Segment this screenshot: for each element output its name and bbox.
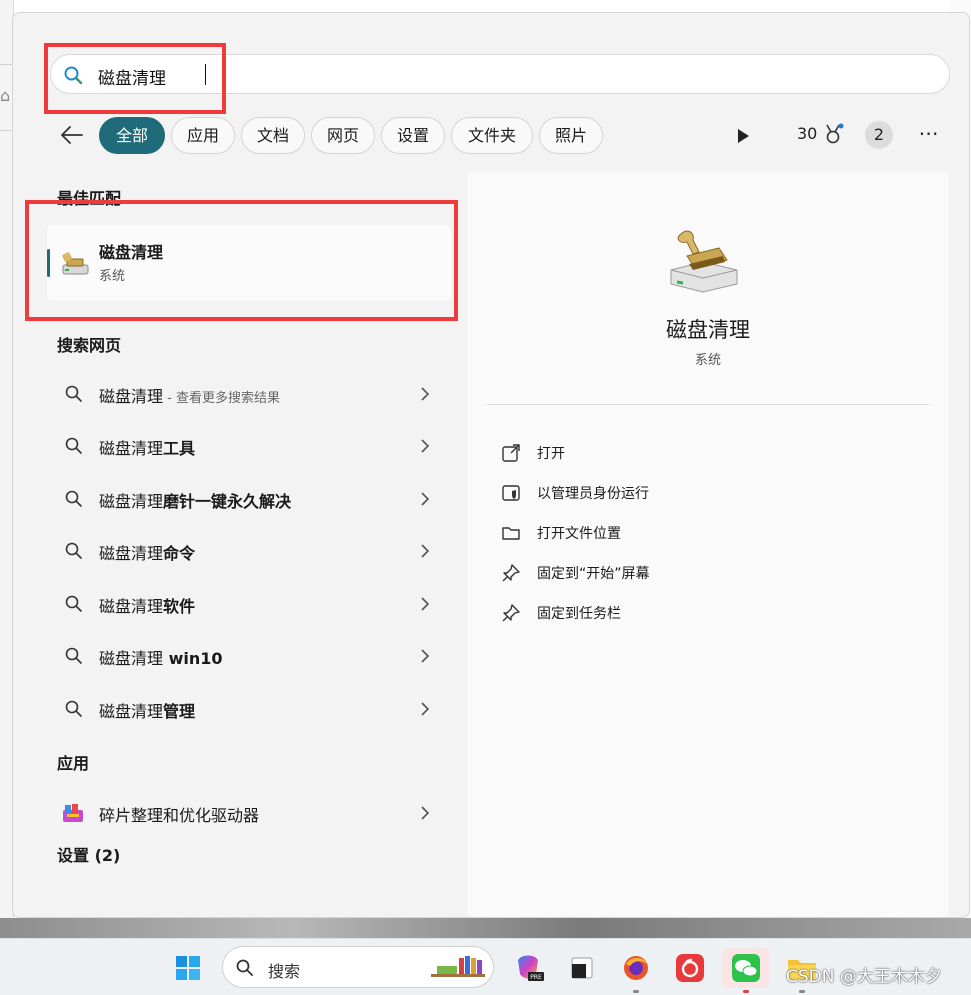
preview-title: 磁盘清理 <box>666 318 750 342</box>
background-glyph: ⌂ <box>0 86 11 105</box>
firefox-icon[interactable] <box>616 948 656 988</box>
shield-icon <box>502 485 520 501</box>
highlight-box-best-match <box>25 200 458 321</box>
search-icon <box>65 700 82 717</box>
filter-chip-all[interactable]: 全部 <box>99 117 165 154</box>
filter-chip-apps[interactable]: 应用 <box>171 117 235 154</box>
app-result-item[interactable]: 碎片整理和优化驱动器 <box>47 791 451 835</box>
netease-music-icon[interactable] <box>670 948 710 988</box>
search-panel: 磁盘清理 全部 应用 文档 网页 设置 文件夹 照片 30 2 ⋯ 最佳匹配 磁… <box>12 12 970 918</box>
more-options-icon[interactable]: ⋯ <box>918 123 940 146</box>
web-suggestion-item[interactable]: 磁盘清理 win10 <box>47 634 451 678</box>
pin-icon <box>502 564 520 582</box>
web-suggestion-suffix: 命令 <box>163 544 196 563</box>
settings-heading[interactable]: 设置 (2) <box>57 842 120 866</box>
action-label: 以管理员身份运行 <box>537 486 649 502</box>
rewards-medal-icon[interactable] <box>822 122 844 146</box>
chevron-right-icon <box>421 439 430 453</box>
filter-chip-photos[interactable]: 照片 <box>539 117 603 154</box>
preview-subtitle: 系统 <box>694 353 721 368</box>
open-external-icon <box>502 444 520 462</box>
action-run-as-admin[interactable]: 以管理员身份运行 <box>501 478 921 508</box>
web-suggestion-suffix: win10 <box>163 649 223 668</box>
web-suggestion-suffix: 管理 <box>163 702 196 721</box>
play-icon[interactable] <box>736 128 750 144</box>
running-indicator <box>743 990 749 993</box>
chevron-right-icon <box>421 702 430 716</box>
action-label: 打开文件位置 <box>537 526 621 542</box>
taskbar-search-box[interactable]: 搜索 <box>222 946 494 988</box>
action-open-file-location[interactable]: 打开文件位置 <box>501 518 921 548</box>
action-label: 固定到任务栏 <box>537 606 621 622</box>
web-suggestion-hint: - 查看更多搜索结果 <box>163 391 280 406</box>
web-search-heading: 搜索网页 <box>57 336 122 355</box>
web-suggestion-text: 磁盘清理 <box>99 702 164 721</box>
folder-icon <box>502 527 520 540</box>
action-pin-to-taskbar[interactable]: 固定到任务栏 <box>501 598 921 628</box>
web-suggestion-suffix: 磨针一键永久解决 <box>163 492 292 511</box>
back-arrow-icon[interactable] <box>58 121 86 149</box>
web-suggestion-item[interactable]: 磁盘清理命令 <box>47 529 451 573</box>
action-label: 打开 <box>537 446 565 462</box>
app-window-icon[interactable] <box>562 948 602 988</box>
action-pin-to-start[interactable]: 固定到“开始”屏幕 <box>501 558 921 588</box>
search-icon <box>65 437 82 454</box>
web-suggestion-item[interactable]: 磁盘清理软件 <box>47 582 451 626</box>
rewards-points: 30 <box>797 124 818 143</box>
pin-icon <box>502 604 520 622</box>
filter-chip-folders[interactable]: 文件夹 <box>451 117 533 154</box>
app-result-label: 碎片整理和优化驱动器 <box>99 806 260 825</box>
search-icon <box>65 385 82 402</box>
watermark: CSDN @大王木木夕 <box>786 967 942 987</box>
search-icon <box>65 490 82 507</box>
taskbar-search-label: 搜索 <box>268 962 301 981</box>
svg-text:PRE: PRE <box>530 974 542 981</box>
search-icon <box>65 595 82 612</box>
chevron-right-icon <box>421 597 430 611</box>
web-suggestion-text: 磁盘清理 <box>99 387 164 406</box>
disk-cleanup-large-icon <box>670 230 738 293</box>
web-suggestion-item[interactable]: 磁盘清理磨针一键永久解决 <box>47 477 451 521</box>
search-icon <box>65 542 82 559</box>
account-badge[interactable]: 2 <box>865 121 893 149</box>
windows-start-icon[interactable] <box>168 948 208 988</box>
web-suggestion-text: 磁盘清理 <box>99 544 164 563</box>
search-icon <box>65 647 82 664</box>
wechat-icon <box>732 954 760 982</box>
search-icon <box>236 959 253 976</box>
web-suggestion-item[interactable]: 磁盘清理 - 查看更多搜索结果 <box>47 372 451 416</box>
filter-chip-web[interactable]: 网页 <box>311 117 375 154</box>
filter-chip-settings[interactable]: 设置 <box>381 117 445 154</box>
chevron-right-icon <box>421 806 430 820</box>
copilot-icon[interactable]: PRE <box>508 948 548 988</box>
preview-pane: 磁盘清理 系统 打开 以管理员身份运行 打开文件位置 固定到“开始”屏幕 固定到… <box>467 172 949 917</box>
running-indicator <box>633 990 639 993</box>
action-open[interactable]: 打开 <box>501 438 921 468</box>
web-suggestion-item[interactable]: 磁盘清理工具 <box>47 424 451 468</box>
chevron-right-icon <box>421 544 430 558</box>
web-suggestion-suffix: 软件 <box>163 597 196 616</box>
web-suggestion-text: 磁盘清理 <box>99 597 164 616</box>
highlight-box-search <box>44 43 226 114</box>
filter-bar: 全部 应用 文档 网页 设置 文件夹 照片 30 2 ⋯ <box>50 116 950 154</box>
chevron-right-icon <box>421 387 430 401</box>
apps-heading: 应用 <box>57 754 90 773</box>
running-indicator <box>799 990 805 993</box>
desktop-wallpaper-strip <box>0 918 971 938</box>
filter-chip-documents[interactable]: 文档 <box>241 117 305 154</box>
web-suggestion-text: 磁盘清理 <box>99 649 164 668</box>
web-suggestion-item[interactable]: 磁盘清理管理 <box>47 687 451 731</box>
action-label: 固定到“开始”屏幕 <box>537 566 650 582</box>
defrag-icon <box>63 804 83 822</box>
web-suggestion-text: 磁盘清理 <box>99 439 164 458</box>
chevron-right-icon <box>421 649 430 663</box>
chevron-right-icon <box>421 492 430 506</box>
wechat-active-tile[interactable] <box>722 948 770 988</box>
web-suggestion-text: 磁盘清理 <box>99 492 164 511</box>
preview-divider <box>487 404 929 405</box>
web-suggestion-suffix: 工具 <box>163 439 196 458</box>
search-highlight-books-icon <box>431 956 485 977</box>
